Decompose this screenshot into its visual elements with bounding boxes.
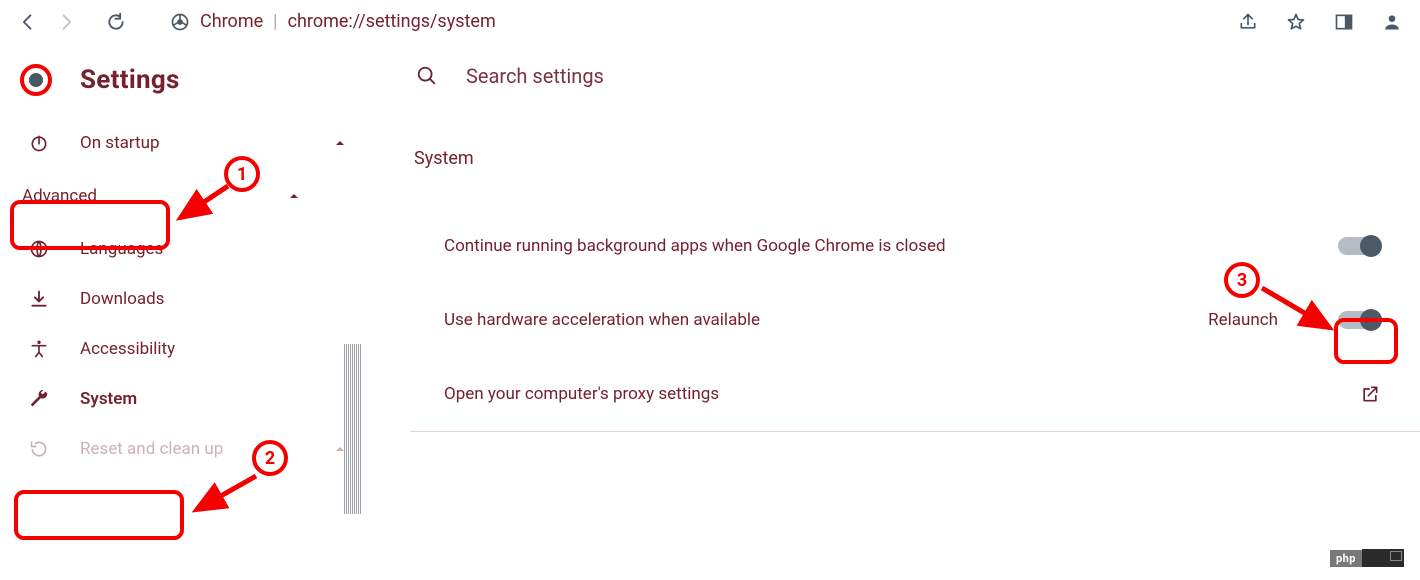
sidebar-section-advanced[interactable]: Advanced (0, 168, 370, 224)
settings-header: Settings (0, 64, 370, 96)
chevron-up-icon (334, 137, 346, 149)
row-label: Open your computer's proxy settings (444, 384, 719, 404)
main-panel: Search settings System Continue running … (370, 44, 1420, 580)
sidebar: Settings On startup Advanced Languages (0, 44, 370, 580)
power-icon (28, 133, 50, 153)
address-bar[interactable]: Chrome | chrome://settings/system (170, 11, 496, 32)
sidebar-scrollbar[interactable] (344, 344, 362, 514)
address-url: chrome://settings/system (288, 11, 496, 32)
section-title: System (410, 148, 1420, 169)
settings-list: Continue running background apps when Go… (410, 209, 1420, 432)
row-hardware-accel: Use hardware acceleration when available… (410, 283, 1420, 357)
chevron-up-icon (288, 190, 300, 202)
sidebar-item-system[interactable]: System (0, 374, 370, 424)
watermark-box (1362, 549, 1404, 567)
address-app-label: Chrome (200, 11, 263, 32)
open-external-icon (1360, 384, 1380, 404)
sidebar-item-languages[interactable]: Languages (0, 224, 370, 274)
sidebar-item-label: Languages (80, 239, 163, 259)
watermark-php: php (1330, 548, 1404, 568)
row-proxy-settings[interactable]: Open your computer's proxy settings (410, 357, 1420, 431)
settings-logo-icon (20, 64, 52, 96)
back-icon[interactable] (18, 12, 38, 32)
content-area: Settings On startup Advanced Languages (0, 44, 1420, 580)
sidebar-section-label: Advanced (22, 186, 97, 206)
sidebar-item-accessibility[interactable]: Accessibility (0, 324, 370, 374)
profile-icon[interactable] (1382, 12, 1402, 32)
page-title: Settings (80, 65, 180, 95)
toolbar-right-group (1238, 12, 1402, 32)
accessibility-icon (28, 339, 50, 359)
sidebar-item-on-startup[interactable]: On startup (0, 118, 370, 168)
bookmark-star-icon[interactable] (1286, 12, 1306, 32)
sidebar-item-label: Downloads (80, 289, 164, 309)
search-icon (416, 65, 438, 87)
toggle-hardware-accel[interactable] (1338, 311, 1380, 329)
address-divider: | (273, 11, 277, 32)
sidebar-item-label: System (80, 389, 137, 409)
sidebar-item-downloads[interactable]: Downloads (0, 274, 370, 324)
wrench-icon (28, 388, 50, 410)
nav-button-group (18, 12, 126, 32)
browser-toolbar: Chrome | chrome://settings/system (0, 0, 1420, 44)
search-placeholder: Search settings (466, 64, 604, 88)
sidebar-item-reset[interactable]: Reset and clean up (0, 424, 370, 474)
restore-icon (28, 439, 50, 459)
toggle-background-apps[interactable] (1338, 237, 1380, 255)
row-background-apps: Continue running background apps when Go… (410, 209, 1420, 283)
sidebar-item-label: Accessibility (80, 339, 175, 359)
watermark-label: php (1330, 550, 1362, 567)
search-settings[interactable]: Search settings (410, 64, 1420, 88)
reload-icon[interactable] (106, 12, 126, 32)
share-icon[interactable] (1238, 12, 1258, 32)
row-label: Use hardware acceleration when available (444, 310, 760, 330)
sidepanel-icon[interactable] (1334, 12, 1354, 32)
sidebar-item-label: On startup (80, 133, 160, 153)
chrome-logo-icon (170, 12, 190, 32)
row-label: Continue running background apps when Go… (444, 236, 946, 256)
sidebar-item-label: Reset and clean up (80, 439, 223, 459)
globe-icon (28, 239, 50, 259)
download-icon (28, 289, 50, 309)
relaunch-button[interactable]: Relaunch (1208, 310, 1278, 330)
forward-icon[interactable] (56, 12, 76, 32)
